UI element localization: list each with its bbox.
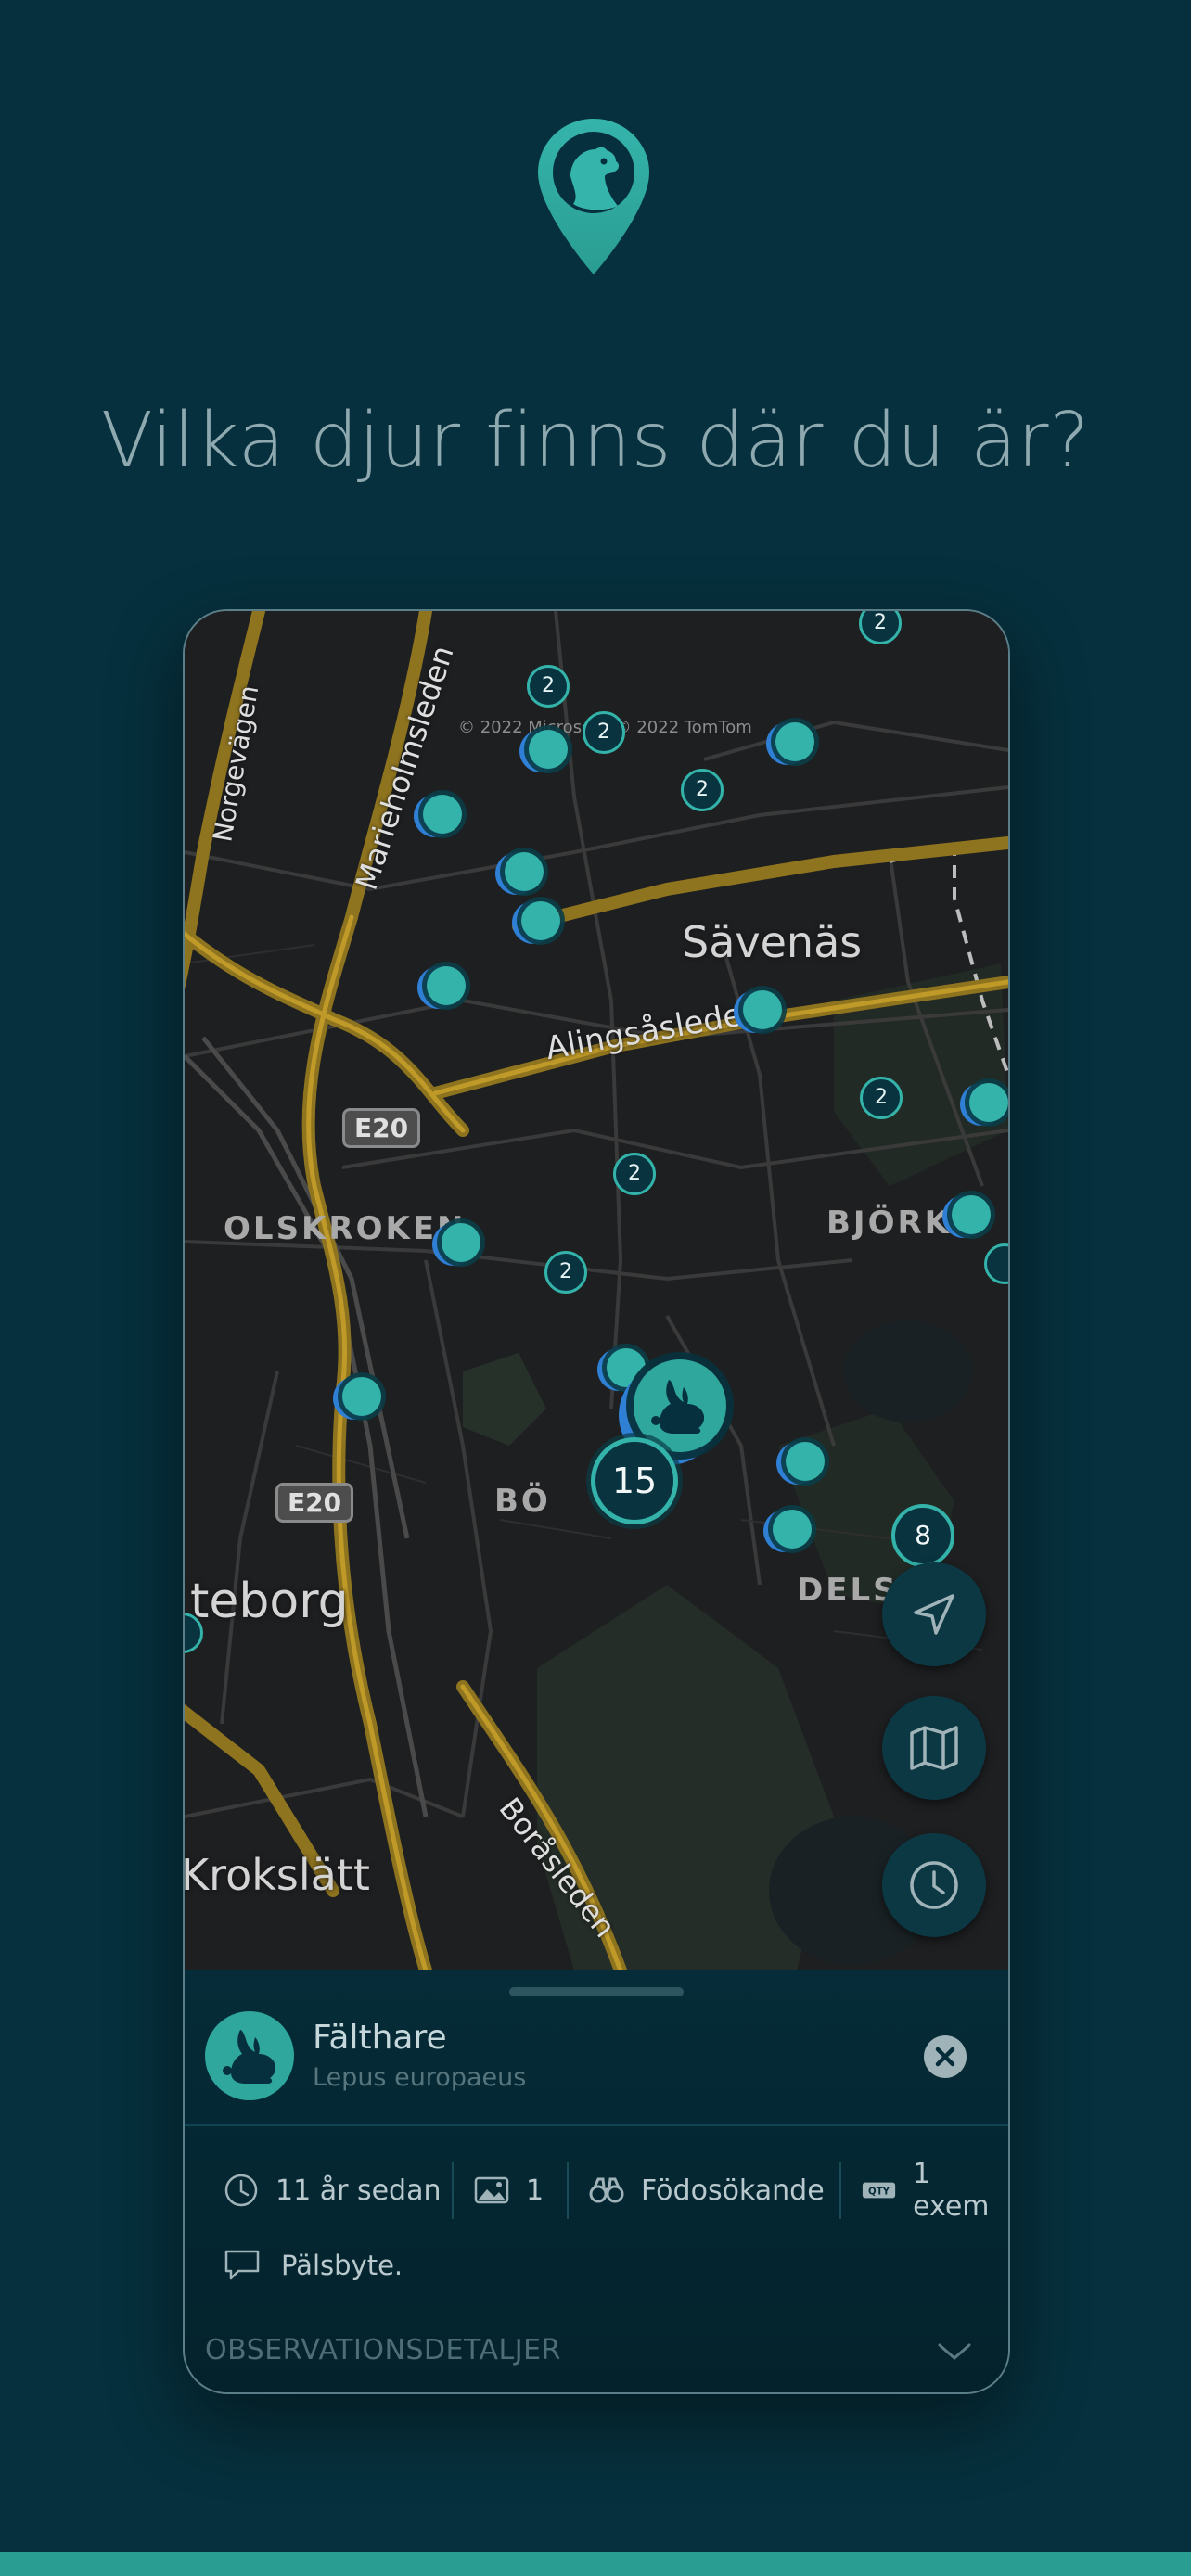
map-layers-button[interactable] <box>882 1696 986 1800</box>
map-cluster-marker[interactable]: 2 <box>860 1077 903 1119</box>
meta-quantity: QTY 1 exem <box>862 2158 1008 2223</box>
observation-marker[interactable] <box>423 795 462 834</box>
map-cluster-marker[interactable]: 2 <box>544 1251 587 1294</box>
map-label-krokslatt: Krokslätt <box>185 1850 370 1900</box>
meta-behavior: Födosökande <box>589 2160 825 2221</box>
clock-icon <box>910 1861 958 1909</box>
divider <box>185 2124 1008 2126</box>
observation-marker[interactable] <box>427 966 466 1005</box>
meta-time-value: 11 år sedan <box>275 2174 442 2207</box>
close-icon <box>935 2047 955 2067</box>
species-name: Fälthare <box>313 2019 447 2057</box>
map-label-olskroken: OLSKROKEN <box>224 1210 467 1247</box>
meta-behavior-value: Födosökande <box>641 2174 825 2207</box>
road-shield-e20: E20 <box>275 1483 354 1523</box>
navigation-arrow-icon <box>914 1594 954 1635</box>
observation-comment: Pälsbyte. <box>224 2249 403 2282</box>
image-icon <box>474 2176 509 2204</box>
close-button[interactable] <box>924 2035 967 2078</box>
comment-text: Pälsbyte. <box>281 2250 403 2281</box>
app-logo-pin-icon <box>538 119 649 274</box>
map-cluster-marker[interactable]: 2 <box>681 769 724 811</box>
map-cluster-marker[interactable]: 2 <box>613 1153 656 1195</box>
svg-text:QTY: QTY <box>868 2187 890 2198</box>
map-cluster-marker[interactable]: 2 <box>527 665 570 708</box>
chevron-down-icon[interactable] <box>936 2341 973 2362</box>
map-label-goteborg: teborg <box>190 1574 349 1629</box>
binoculars-icon <box>589 2177 624 2203</box>
observation-marker[interactable] <box>969 1083 1008 1122</box>
map-cluster-marker[interactable]: 2 <box>583 711 625 754</box>
hare-icon <box>651 1380 705 1434</box>
observation-marker[interactable] <box>743 990 782 1029</box>
divider <box>452 2162 454 2219</box>
observation-marker[interactable] <box>775 722 814 761</box>
meta-time: 11 år sedan <box>224 2160 442 2221</box>
observation-marker[interactable] <box>529 730 568 769</box>
meta-images-count: 1 <box>526 2174 544 2207</box>
observation-marker[interactable] <box>773 1510 812 1549</box>
map-label-bo: BÖ <box>494 1483 551 1520</box>
bottom-accent-bar <box>0 2552 1191 2576</box>
locate-button[interactable] <box>882 1562 986 1666</box>
species-avatar <box>205 2011 294 2100</box>
phone-frame: © 2022 Microsoft, © 2022 TomTom Sävenäs … <box>183 609 1010 2394</box>
species-latin-name: Lepus europaeus <box>313 2063 527 2092</box>
meta-quantity-value: 1 exem <box>913 2158 990 2223</box>
sheet-drag-handle[interactable] <box>509 1987 684 1996</box>
headline: Vilka djur finns där du är? <box>100 397 1091 485</box>
observation-marker[interactable] <box>505 852 544 891</box>
map-icon <box>910 1726 958 1770</box>
comment-icon <box>224 2250 260 2280</box>
divider <box>567 2162 569 2219</box>
map-cluster-marker-medium[interactable]: 8 <box>891 1504 954 1567</box>
meta-images[interactable]: 1 <box>474 2160 544 2221</box>
observation-sheet: Fälthare Lepus europaeus 11 år sedan 1 F… <box>185 1970 1008 2392</box>
observation-marker[interactable] <box>952 1195 991 1234</box>
observation-marker[interactable] <box>521 901 560 940</box>
observation-details-toggle-label[interactable]: OBSERVATIONSDETALJER <box>205 2334 561 2366</box>
observation-marker[interactable] <box>786 1442 825 1481</box>
divider <box>839 2162 841 2219</box>
observation-marker[interactable] <box>442 1223 480 1262</box>
map-cluster-marker-large[interactable]: 15 <box>591 1437 678 1524</box>
map-label-savenas: Sävenäs <box>682 917 863 967</box>
map-view[interactable]: © 2022 Microsoft, © 2022 TomTom Sävenäs … <box>185 611 1008 1970</box>
history-button[interactable] <box>882 1833 986 1937</box>
hare-icon <box>223 2030 276 2084</box>
quantity-icon: QTY <box>862 2182 896 2199</box>
clock-icon <box>224 2174 258 2207</box>
road-shield-e20: E20 <box>342 1108 421 1148</box>
observation-marker[interactable] <box>342 1377 381 1416</box>
selected-observation-marker[interactable] <box>634 1359 726 1452</box>
observation-meta-row: 11 år sedan 1 Födosökande QTY 1 exem <box>185 2158 1008 2223</box>
